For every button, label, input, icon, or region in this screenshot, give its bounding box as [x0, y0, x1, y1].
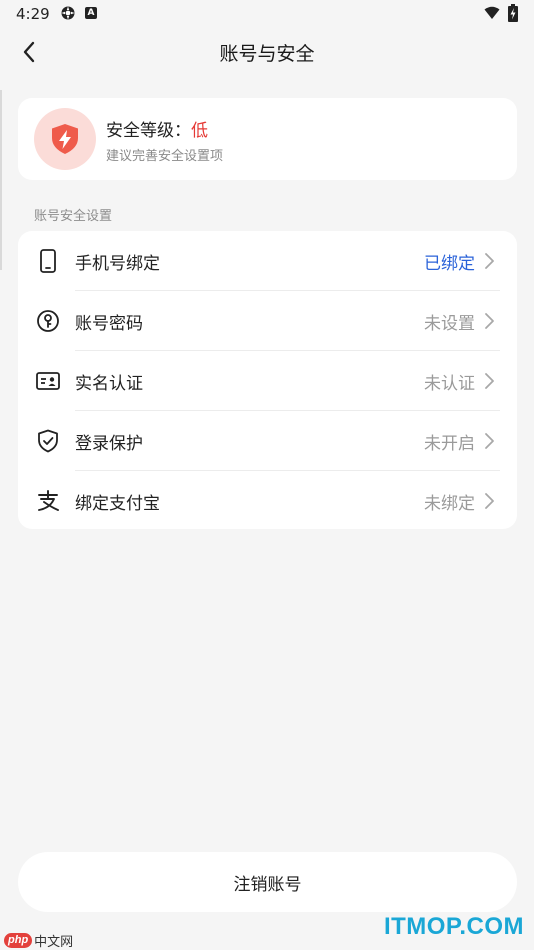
screen: 4:29 A 账号与安全 安全等级：低 建议完善安全设置项 账号安全设置 手机号… [0, 0, 534, 950]
wifi-icon [484, 6, 500, 19]
section-label: 账号安全设置 [34, 209, 113, 224]
chevron-right-icon [485, 433, 494, 449]
cancel-account-button[interactable]: 注销账号 [18, 852, 517, 912]
settings-row-phone[interactable]: 手机号绑定 已绑定 [18, 231, 517, 291]
settings-row-label: 手机号绑定 [75, 254, 160, 274]
edge-indicator [0, 90, 2, 270]
php-watermark-text: 中文网 [34, 934, 74, 950]
security-level-prefix: 安全等级： [106, 121, 191, 141]
settings-row-status: 未认证 [424, 374, 475, 394]
chevron-right-icon [485, 253, 494, 269]
security-level-card: 安全等级：低 建议完善安全设置项 [18, 98, 517, 180]
itmop-watermark: ITMOP.COM [383, 913, 524, 940]
settings-row-label: 绑定支付宝 [75, 494, 160, 514]
settings-row-label: 实名认证 [75, 374, 143, 394]
shield-lightning-icon [52, 124, 78, 154]
phone-icon [35, 248, 61, 274]
settings-list: 手机号绑定 已绑定 账号密码 未设置 实名认证 未认证 登录保护 未开启 绑定支… [18, 231, 517, 529]
alipay-icon [35, 488, 61, 514]
security-level-value: 低 [191, 121, 208, 141]
key-icon [35, 308, 61, 334]
chevron-right-icon [485, 493, 494, 509]
accessibility-a-icon: A [85, 7, 97, 19]
status-time: 4:29 [16, 5, 50, 23]
chevron-right-icon [485, 313, 494, 329]
shield-check-icon [35, 428, 61, 454]
security-shield-badge [34, 108, 96, 170]
settings-row-realname[interactable]: 实名认证 未认证 [18, 351, 517, 411]
chevron-right-icon [485, 373, 494, 389]
php-cn-watermark: php 中文网 [4, 931, 74, 950]
php-logo: php [4, 932, 33, 948]
id-card-icon [35, 368, 61, 394]
settings-row-label: 登录保护 [75, 434, 143, 454]
security-hint: 建议完善安全设置项 [106, 149, 224, 164]
settings-row-login-protect[interactable]: 登录保护 未开启 [18, 411, 517, 471]
security-level-text: 安全等级：低 [106, 116, 208, 141]
app-header: 账号与安全 [0, 28, 534, 76]
settings-row-alipay[interactable]: 绑定支付宝 未绑定 [18, 471, 517, 529]
settings-gear-icon [61, 6, 75, 20]
settings-row-status: 未开启 [424, 434, 475, 454]
settings-row-status: 未绑定 [424, 494, 475, 514]
settings-row-label: 账号密码 [75, 314, 143, 334]
page-title: 账号与安全 [219, 43, 315, 65]
settings-row-password[interactable]: 账号密码 未设置 [18, 291, 517, 351]
settings-row-status: 已绑定 [424, 254, 475, 274]
settings-row-status: 未设置 [424, 314, 475, 334]
battery-icon [508, 4, 518, 22]
status-bar: 4:29 A [0, 0, 534, 28]
